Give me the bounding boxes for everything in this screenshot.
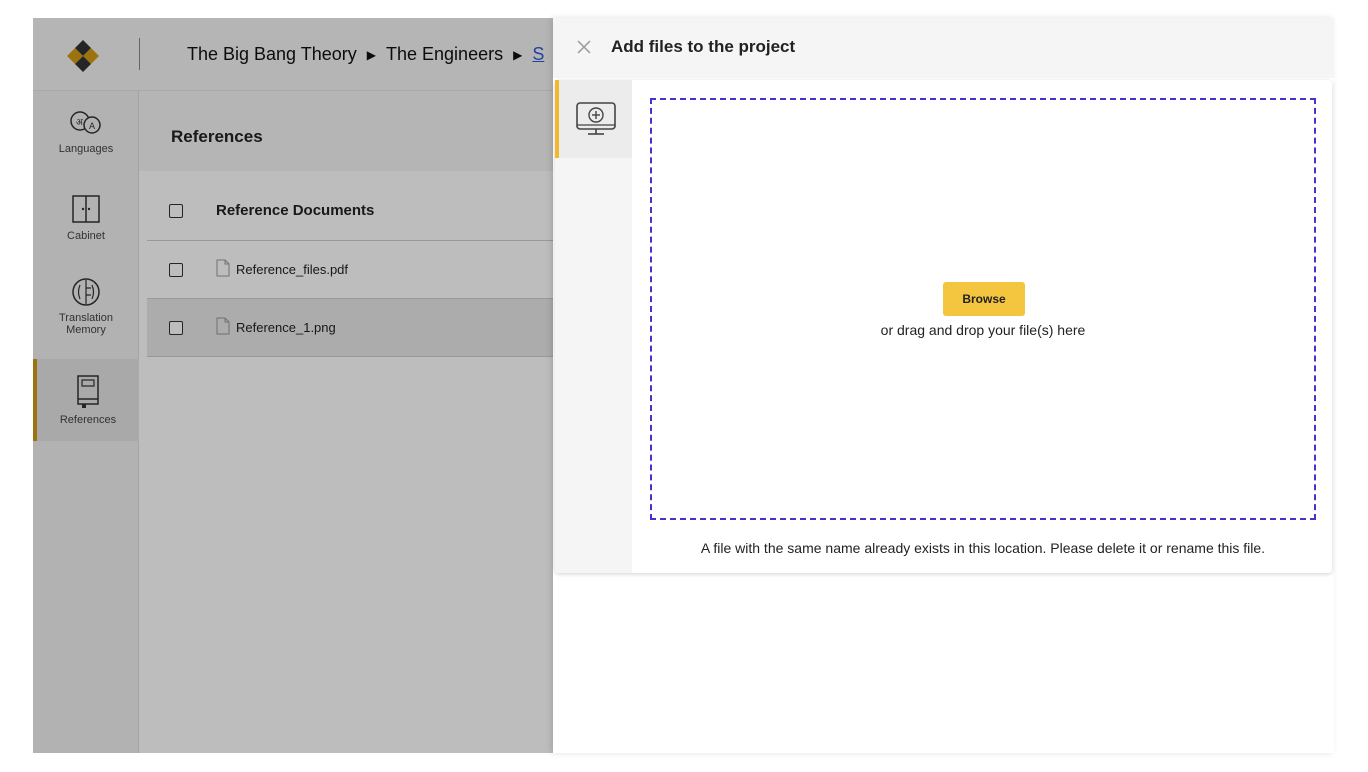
source-tabs <box>555 80 632 573</box>
panel-header: Add files to the project <box>553 18 1334 78</box>
drag-drop-hint: or drag and drop your file(s) here <box>880 322 1086 338</box>
upload-card: Browse or drag and drop your file(s) her… <box>555 80 1332 573</box>
file-dropzone[interactable]: Browse or drag and drop your file(s) her… <box>650 98 1316 520</box>
panel-title: Add files to the project <box>611 37 796 56</box>
add-files-panel: Add files to the project Browse or drag … <box>553 18 1334 753</box>
close-icon[interactable] <box>575 38 593 56</box>
duplicate-file-error: A file with the same name already exists… <box>700 540 1266 556</box>
tab-add-from-computer[interactable] <box>555 80 632 158</box>
add-from-computer-icon <box>575 102 616 135</box>
modal-backdrop[interactable] <box>33 18 553 753</box>
browse-button[interactable]: Browse <box>943 282 1025 316</box>
